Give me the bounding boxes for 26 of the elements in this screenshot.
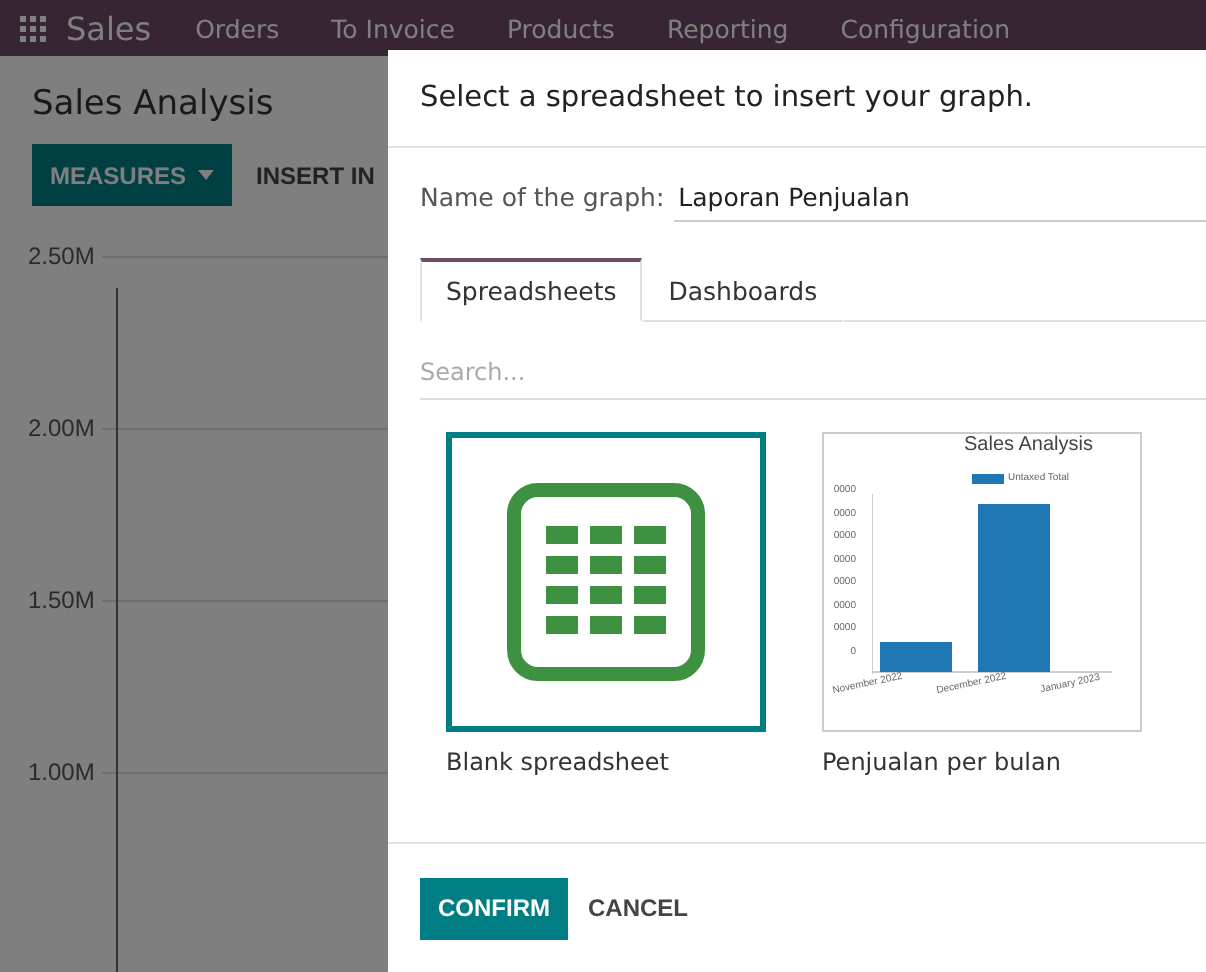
legend-swatch [972, 474, 1004, 484]
cancel-button[interactable]: CANCEL [576, 877, 700, 939]
menu-item[interactable]: Configuration [840, 13, 1011, 43]
field-label: Name of the graph: [420, 182, 665, 216]
measures-button[interactable]: MEASURES [32, 144, 233, 206]
menu-item[interactable]: Orders [195, 13, 280, 43]
chart-title: Sales Analysis [964, 434, 1093, 456]
apps-grid-icon[interactable] [20, 15, 46, 41]
blank-spreadsheet-card[interactable] [446, 432, 766, 732]
card-caption: Blank spreadsheet [446, 748, 672, 776]
page-title: Sales Analysis [32, 84, 274, 124]
spreadsheet-icon [506, 482, 706, 682]
dialog-title: Select a spreadsheet to insert your graph. [420, 82, 1034, 114]
card-caption: Penjualan per bulan [822, 748, 1063, 776]
insert-button[interactable]: INSERT IN [244, 144, 387, 206]
axis-label: 1.00M [28, 758, 95, 786]
axis-label: 2.00M [28, 414, 95, 442]
tab[interactable]: Spreadsheets [420, 258, 643, 322]
menu-item[interactable]: Products [506, 13, 615, 43]
confirm-button[interactable]: CONFIRM [420, 877, 568, 939]
menu-item[interactable]: Reporting [666, 13, 789, 43]
axis-label: 1.50M [28, 586, 95, 614]
caret-icon [198, 170, 215, 180]
axis-label: 2.50M [28, 242, 95, 270]
menu-item[interactable]: To Invoice [331, 13, 455, 43]
app-name[interactable]: Sales [66, 9, 152, 47]
